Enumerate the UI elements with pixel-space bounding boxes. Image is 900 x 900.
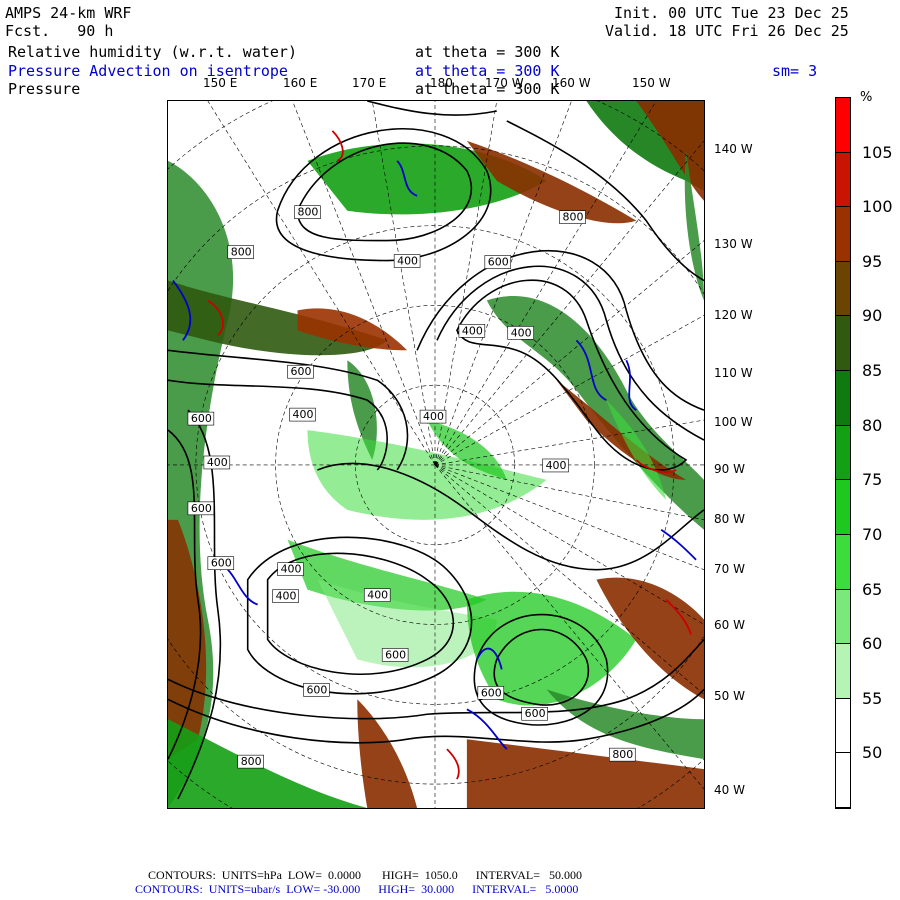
field3-label: Pressure <box>8 80 81 98</box>
rh-shading <box>168 101 704 808</box>
colorbar-segment <box>836 207 850 262</box>
contour-label: 400 <box>293 408 314 421</box>
lon-label-180: 180 <box>430 76 453 90</box>
colorbar <box>835 97 851 809</box>
field2-label: Pressure Advection on isentrope <box>8 62 288 80</box>
field1-label: Relative humidity (w.r.t. water) <box>8 43 297 61</box>
colorbar-segment <box>836 698 850 754</box>
contour-label: 400 <box>281 563 302 576</box>
contour-label: 600 <box>306 683 327 696</box>
contour-label: 600 <box>525 707 546 720</box>
footer-contours-advection: CONTOURS: UNITS=ubar/s LOW= -30.000 HIGH… <box>135 882 579 896</box>
contour-label: 800 <box>231 246 252 259</box>
colorbar-segment <box>836 480 850 535</box>
contour-label: 600 <box>191 502 212 515</box>
forecast-hour: Fcst. 90 h <box>5 22 114 40</box>
rh-map-canvas: 800 800 800 600 400 400 400 400 400 400 … <box>168 101 704 808</box>
colorbar-segment <box>836 425 850 481</box>
colorbar-label: 60 <box>862 634 883 654</box>
contour-label: 600 <box>211 557 232 570</box>
map-panel: 800 800 800 600 400 400 400 400 400 400 … <box>167 100 705 809</box>
colorbar-label: 80 <box>862 415 883 435</box>
lat-label-70w: 70 W <box>714 562 745 576</box>
contour-label: 400 <box>397 255 418 268</box>
lat-label-90w: 90 W <box>714 462 745 476</box>
contour-label: 600 <box>488 256 509 269</box>
lat-label-110w: 110 W <box>714 366 753 380</box>
contour-label: 600 <box>481 686 502 699</box>
contour-label: 400 <box>423 410 444 423</box>
colorbar-segment <box>836 371 850 426</box>
lon-label-170w: 170 W <box>485 76 524 90</box>
lat-label-80w: 80 W <box>714 512 745 526</box>
lat-label-50w: 50 W <box>714 689 745 703</box>
field1-level: at theta = 300 K <box>415 43 560 61</box>
lat-label-130w: 130 W <box>714 237 753 251</box>
lon-label-160w: 160 W <box>552 76 591 90</box>
colorbar-label: 100 <box>862 197 893 217</box>
colorbar-label: 95 <box>862 251 883 271</box>
lat-label-100w: 100 W <box>714 415 753 429</box>
contour-label: 800 <box>241 755 262 768</box>
model-title: AMPS 24-km WRF <box>5 4 132 22</box>
contour-label: 400 <box>462 324 483 337</box>
colorbar-label: 85 <box>862 361 883 381</box>
lon-label-150e: 150 E <box>203 76 238 90</box>
colorbar-segment <box>836 316 850 372</box>
colorbar-label: 55 <box>862 688 883 708</box>
contour-label: 800 <box>612 748 633 761</box>
colorbar-segment <box>836 589 850 645</box>
footer-contours-pressure: CONTOURS: UNITS=hPa LOW= 0.0000 HIGH= 10… <box>148 868 582 882</box>
colorbar-segment <box>836 261 850 317</box>
lon-label-170e: 170 E <box>352 76 387 90</box>
lat-label-60w: 60 W <box>714 618 745 632</box>
lon-label-150w: 150 W <box>632 76 671 90</box>
init-time: Init. 00 UTC Tue 23 Dec 25 <box>614 4 849 22</box>
lat-label-140w: 140 W <box>714 142 753 156</box>
colorbar-label: 75 <box>862 470 883 490</box>
contour-label: 600 <box>191 412 212 425</box>
contour-label: 400 <box>511 326 532 339</box>
colorbar-unit: % <box>860 90 873 105</box>
valid-time: Valid. 18 UTC Fri 26 Dec 25 <box>605 22 849 40</box>
lon-label-160e: 160 E <box>283 76 318 90</box>
colorbar-segment <box>836 534 850 590</box>
contour-label: 400 <box>276 590 297 603</box>
contour-label: 400 <box>367 589 388 602</box>
field2-smoothing: sm= 3 <box>772 62 818 80</box>
colorbar-label: 90 <box>862 306 883 326</box>
lat-label-120w: 120 W <box>714 308 753 322</box>
colorbar-label: 70 <box>862 524 883 544</box>
contour-label: 800 <box>563 211 584 224</box>
colorbar-segment <box>836 753 850 808</box>
colorbar-segment <box>836 152 850 208</box>
contour-label: 400 <box>546 459 567 472</box>
colorbar-segment <box>836 98 850 153</box>
lat-label-40w: 40 W <box>714 783 745 797</box>
colorbar-label: 105 <box>862 142 893 162</box>
colorbar-label: 65 <box>862 579 883 599</box>
colorbar-segment <box>836 644 850 699</box>
contour-label: 400 <box>207 456 228 469</box>
contour-label: 600 <box>291 365 312 378</box>
contour-label: 800 <box>298 206 319 219</box>
colorbar-label: 50 <box>862 743 883 763</box>
contour-label: 600 <box>385 648 406 661</box>
